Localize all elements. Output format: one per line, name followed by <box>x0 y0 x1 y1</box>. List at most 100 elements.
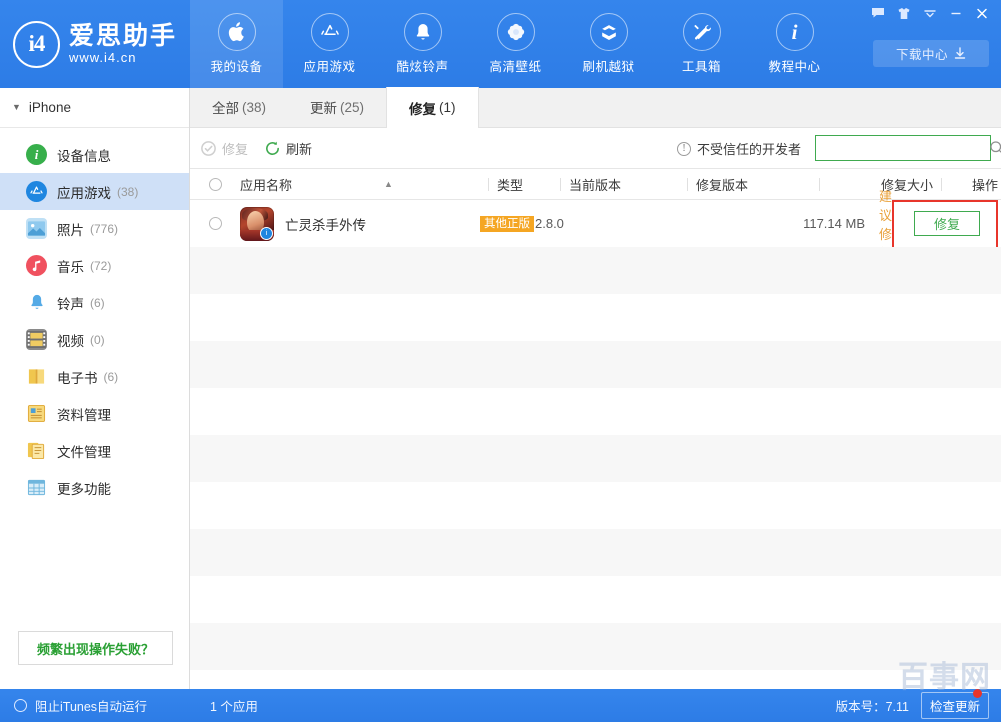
empty-row <box>190 435 1001 482</box>
skin-icon[interactable] <box>891 2 917 24</box>
search-icon[interactable] <box>989 136 1001 160</box>
music-icon <box>26 255 47 276</box>
search-input[interactable] <box>816 136 989 160</box>
tab-count: (38) <box>242 99 267 115</box>
refresh-button[interactable]: 刷新 <box>264 139 312 158</box>
nav-item-ringtones[interactable]: 酷炫铃声 <box>376 0 469 88</box>
nav-label: 高清壁纸 <box>489 60 542 74</box>
sidebar-item-device-info[interactable]: i 设备信息 <box>0 136 189 173</box>
app-name-cell: i 亡灵杀手外传 <box>240 206 480 241</box>
check-update-button[interactable]: 检查更新 <box>920 689 989 719</box>
sidebar-item-videos[interactable]: 视频 (0) <box>0 321 189 358</box>
nav-item-toolbox[interactable]: 工具箱 <box>655 0 748 88</box>
tab-repair[interactable]: 修复 (1) <box>386 87 479 128</box>
nav-item-wallpapers[interactable]: 高清壁纸 <box>469 0 562 88</box>
sidebar-item-file-manager[interactable]: 文件管理 <box>0 432 189 469</box>
grid-icon <box>26 477 47 498</box>
operation-cell: 修复 <box>892 200 1001 252</box>
download-center-label: 下载中心 <box>895 48 948 62</box>
window-controls <box>865 2 995 24</box>
notification-dot <box>973 689 982 698</box>
nav-label: 应用游戏 <box>303 60 356 74</box>
i4-assistant-window: i4 爱思助手 www.i4.cn 我的设备 应用游戏 酷炫铃声 高清壁纸 刷机… <box>0 0 1001 722</box>
nav-item-my-device[interactable]: 我的设备 <box>190 0 283 88</box>
sidebar-item-data-manager[interactable]: 资料管理 <box>0 395 189 432</box>
help-operation-failed-button[interactable]: 频繁出现操作失败？ <box>18 631 173 665</box>
app-badge-icon: i <box>260 226 273 240</box>
app-type-cell: 其他正版 <box>480 215 535 233</box>
tab-all[interactable]: 全部 (38) <box>190 87 288 127</box>
column-header-app-name[interactable]: 应用名称 ▲ <box>240 175 480 194</box>
row-repair-button[interactable]: 修复 <box>914 211 981 236</box>
appstore-icon <box>310 13 349 51</box>
message-icon[interactable] <box>865 2 891 24</box>
sidebar-item-label: 铃声 <box>57 296 84 312</box>
empty-row <box>190 247 1001 294</box>
column-header-type[interactable]: 类型 <box>497 175 552 194</box>
sidebar-item-label: 设备信息 <box>57 148 111 164</box>
empty-row <box>190 482 1001 529</box>
sidebar-item-count: (38) <box>117 184 139 199</box>
app-header: i4 爱思助手 www.i4.cn 我的设备 应用游戏 酷炫铃声 高清壁纸 刷机… <box>0 0 1001 88</box>
untrusted-developer-link[interactable]: ! 不受信任的开发者 <box>676 139 801 158</box>
sidebar-item-ringtones[interactable]: 铃声 (6) <box>0 284 189 321</box>
sidebar-item-label: 应用游戏 <box>57 185 111 201</box>
empty-row <box>190 388 1001 435</box>
tab-label: 修复 <box>409 101 437 117</box>
download-center-button[interactable]: 下载中心 <box>873 40 989 67</box>
device-selector[interactable]: ▼ iPhone <box>0 88 189 128</box>
help-button-label: 频繁出现操作失败？ <box>36 641 154 657</box>
nav-item-apps-games[interactable]: 应用游戏 <box>283 0 376 88</box>
sidebar-item-music[interactable]: 音乐 (72) <box>0 247 189 284</box>
bell-icon <box>403 13 442 51</box>
current-version-cell: 2.8.0 <box>535 216 564 231</box>
nav-item-flash-jailbreak[interactable]: 刷机越狱 <box>562 0 655 88</box>
untrusted-developer-label: 不受信任的开发者 <box>696 142 801 157</box>
file-icon <box>26 440 47 461</box>
divider <box>687 177 688 191</box>
tab-bar: 全部 (38) 更新 (25) 修复 (1) <box>190 87 1001 128</box>
video-icon <box>26 329 47 350</box>
block-itunes-toggle[interactable]: 阻止iTunes自动运行 <box>0 696 190 715</box>
brand-name: 爱思助手 <box>68 21 177 50</box>
photo-icon <box>26 218 47 239</box>
main-nav: 我的设备 应用游戏 酷炫铃声 高清壁纸 刷机越狱 工具箱 i 教程中心 <box>190 0 841 88</box>
app-icon: i <box>240 206 274 241</box>
tab-updates[interactable]: 更新 (25) <box>288 87 386 127</box>
nav-item-tutorials[interactable]: i 教程中心 <box>748 0 841 88</box>
column-header-current-version[interactable]: 当前版本 <box>569 175 679 194</box>
row-select-radio[interactable] <box>208 217 222 230</box>
table-row[interactable]: i 亡灵杀手外传 其他正版 2.8.0 117.14 MB 建议修复 修复 <box>190 189 1001 261</box>
column-header-fix-version[interactable]: 修复版本 <box>696 175 811 194</box>
sidebar-item-ebooks[interactable]: 电子书 (6) <box>0 358 189 395</box>
select-all-radio[interactable] <box>208 177 222 191</box>
refresh-icon <box>266 141 279 155</box>
action-bar: 修复 刷新 ! 不受信任的开发者 <box>190 128 1001 168</box>
device-name: iPhone <box>28 100 71 115</box>
divider <box>560 177 561 191</box>
sidebar-item-more-features[interactable]: 更多功能 <box>0 469 189 506</box>
chevron-down-icon: ▼ <box>12 102 21 112</box>
sidebar-item-label: 音乐 <box>57 259 84 275</box>
chevron-down-icon[interactable] <box>917 2 943 24</box>
block-itunes-label: 阻止iTunes自动运行 <box>35 700 148 714</box>
divider <box>941 177 942 191</box>
tab-count: (25) <box>340 99 365 115</box>
column-header-operation[interactable]: 操作 <box>950 175 1001 194</box>
sidebar-item-count: (6) <box>103 369 119 384</box>
nav-label: 工具箱 <box>681 60 721 74</box>
data-icon <box>26 403 47 424</box>
empty-row <box>190 341 1001 388</box>
sidebar-item-count: (776) <box>90 221 119 236</box>
brand-logo: i4 爱思助手 www.i4.cn <box>0 0 190 88</box>
sidebar-item-photos[interactable]: 照片 (776) <box>0 210 189 247</box>
fix-size-cell: 117.14 MB <box>803 216 865 231</box>
info-circle-icon: i <box>26 144 47 165</box>
status-badge: 其他正版 <box>480 215 534 233</box>
repair-button[interactable]: 修复 <box>200 139 248 158</box>
minimize-icon[interactable] <box>943 2 969 24</box>
close-icon[interactable] <box>969 2 995 24</box>
sidebar-item-apps-games[interactable]: 应用游戏 (38) <box>0 173 189 210</box>
brand-url: www.i4.cn <box>68 49 137 65</box>
tab-count: (1) <box>439 100 456 115</box>
